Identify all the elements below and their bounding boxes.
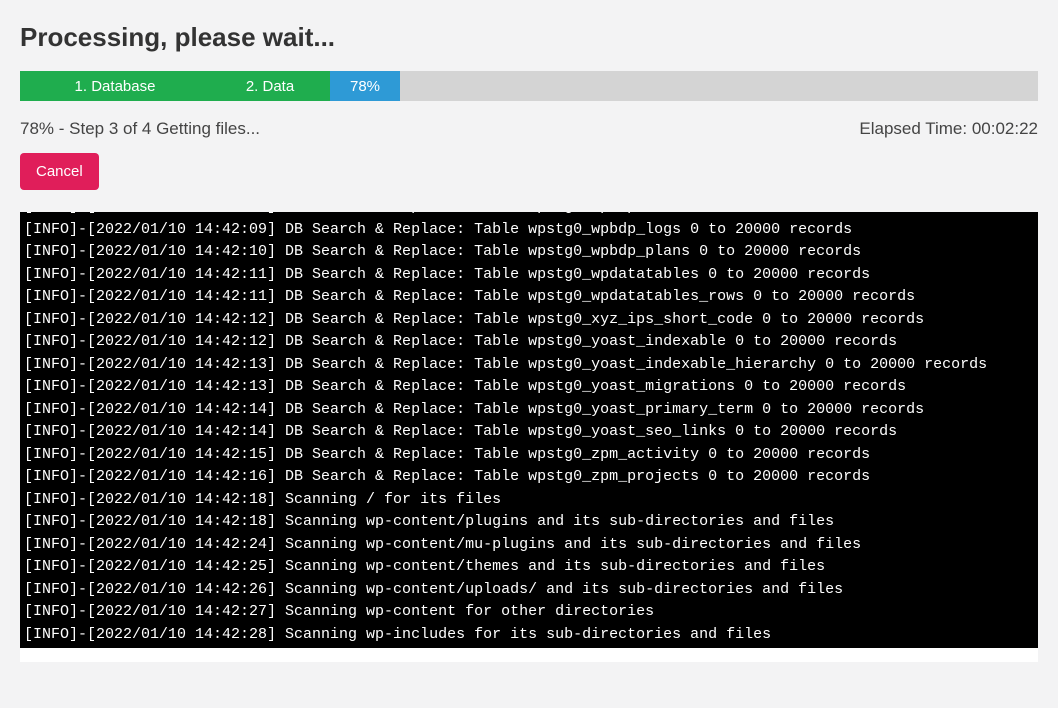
log-scroll-area[interactable]: [INFO]-[2022/01/10 14:42:08] DB Search &… [20,212,1038,662]
cancel-button[interactable]: Cancel [20,153,99,190]
status-row: 78% - Step 3 of 4 Getting files... Elaps… [20,119,1038,139]
progress-bar: 1. Database 2. Data 78% [20,71,1038,101]
progress-dialog: Processing, please wait... 1. Database 2… [0,0,1058,682]
progress-step-data: 2. Data [210,71,330,101]
progress-percent: 78% [330,71,400,101]
elapsed-time: Elapsed Time: 00:02:22 [859,119,1038,139]
log-output: [INFO]-[2022/01/10 14:42:08] DB Search &… [20,212,1038,648]
dialog-title: Processing, please wait... [20,22,1038,53]
progress-step-database: 1. Database [20,71,210,101]
status-text: 78% - Step 3 of 4 Getting files... [20,119,260,139]
progress-remaining [400,71,1038,101]
